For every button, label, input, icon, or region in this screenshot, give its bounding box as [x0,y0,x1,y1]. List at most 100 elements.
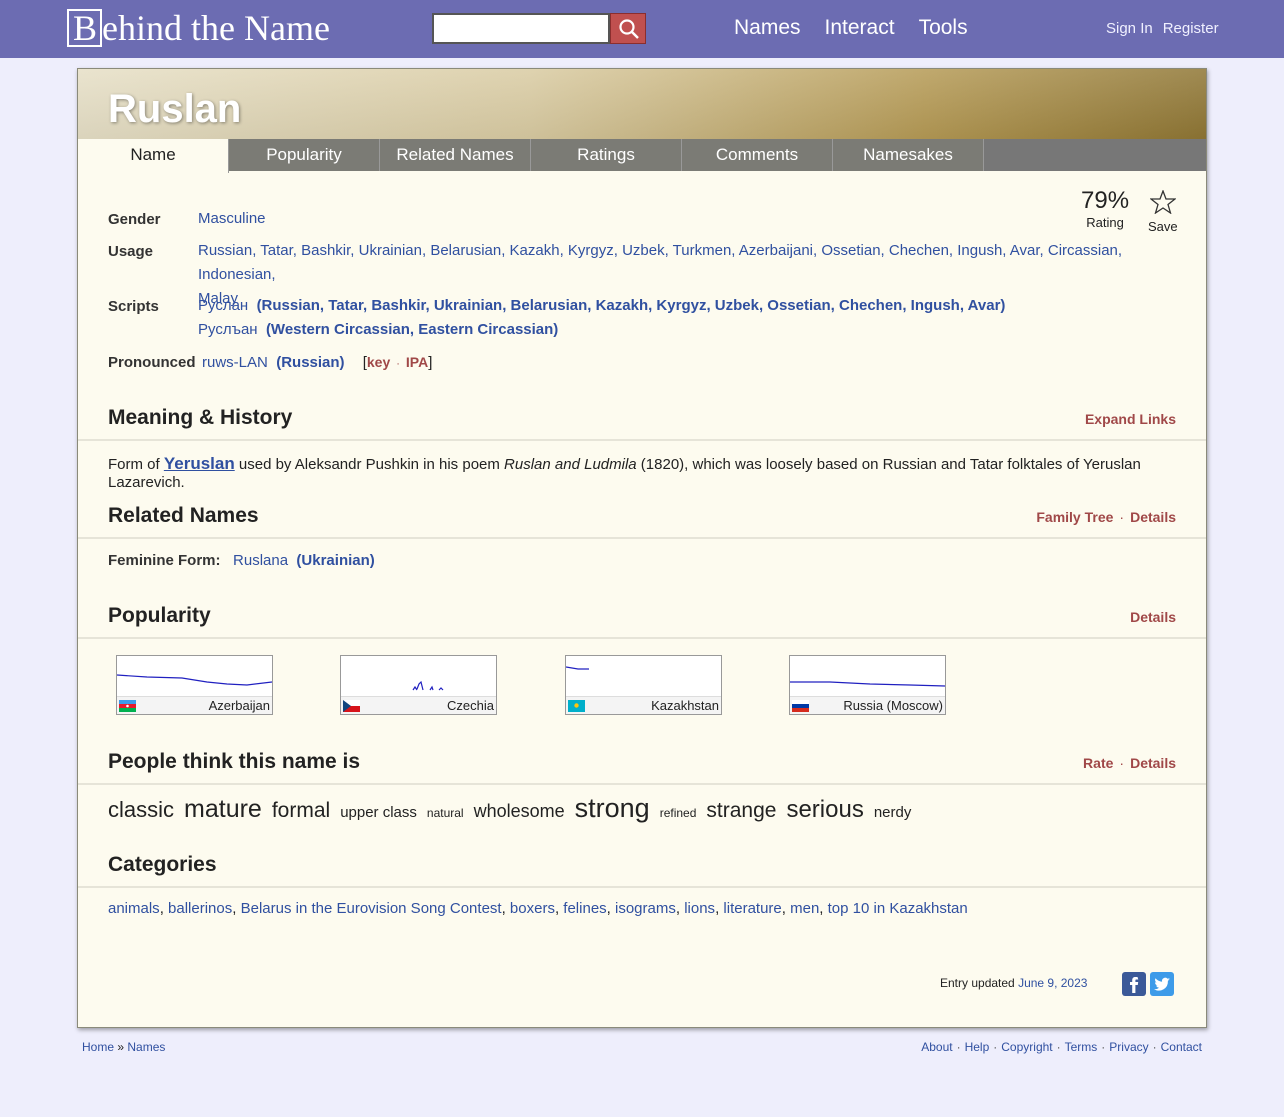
pronunciation-text: ruws-LAN [202,354,268,371]
impression-word: nerdy [873,804,912,821]
gender-label: Gender [108,211,161,228]
category-link[interactable]: men [790,900,819,917]
search-input[interactable] [432,13,610,44]
country-label: Czechia [447,698,494,713]
usage-label: Usage [108,243,154,260]
feminine-form-label: Feminine Form: [108,552,221,569]
rating-label: Rating [1086,215,1124,230]
search-form [432,13,646,44]
expand-links-button[interactable]: Expand Links [1085,411,1176,427]
script-cyrillic-2: Руслъан [198,321,258,338]
impression-word: classic [108,797,175,822]
pronunciation-language[interactable]: (Russian) [276,354,344,371]
feminine-form-row: Feminine Form: Ruslana (Ukrainian) [108,552,375,569]
popularity-chart-czechia[interactable]: Czechia [340,655,497,715]
category-link[interactable]: lions [684,900,715,917]
category-link[interactable]: top 10 in Kazakhstan [828,900,968,917]
popularity-heading: Popularity [108,604,211,627]
logo-initial: B [67,9,103,47]
name-panel: Ruslan Name Popularity Related Names Rat… [77,68,1207,1028]
impression-word: wholesome [473,801,565,821]
people-think-heading: People think this name is [108,750,361,773]
category-link[interactable]: Belarus in the Eurovision Song Contest [241,900,502,917]
popularity-chart-footer: Kazakhstan [566,696,721,714]
nav-tools[interactable]: Tools [919,16,968,40]
azerbaijan-flag-icon [119,700,136,712]
breadcrumb-names[interactable]: Names [127,1040,165,1054]
key-link[interactable]: key [367,354,390,370]
twitter-share-button[interactable] [1150,972,1174,996]
country-label: Azerbaijan [208,698,270,713]
popularity-chart-footer: Azerbaijan [117,696,272,714]
category-link[interactable]: literature [723,900,781,917]
nav-interact[interactable]: Interact [825,16,895,40]
script-languages-1[interactable]: (Russian, Tatar, Bashkir, Ukrainian, Bel… [257,297,1006,314]
key-sep: · [396,358,400,370]
popularity-divider [78,637,1206,639]
tab-ratings[interactable]: Ratings [531,139,682,171]
nav-names[interactable]: Names [734,16,801,40]
footer-copyright[interactable]: Copyright [1001,1040,1052,1054]
popularity-sparkline [790,681,945,687]
usage-line-1[interactable]: Russian, Tatar, Bashkir, Ukrainian, Bela… [198,239,1178,287]
categories-list: animals, ballerinos, Belarus in the Euro… [108,900,968,917]
footer-contact[interactable]: Contact [1161,1040,1202,1054]
script-languages-2[interactable]: (Western Circassian, Eastern Circassian) [266,321,558,338]
impression-word: refined [659,806,697,820]
sign-in-link[interactable]: Sign In [1106,20,1153,37]
category-link[interactable]: felines [563,900,606,917]
popularity-details-link[interactable]: Details [1130,609,1176,625]
entry-updated-date[interactable]: June 9, 2023 [1018,976,1087,990]
search-button[interactable] [610,13,646,44]
rate-link[interactable]: Rate [1083,755,1113,771]
yeruslan-link[interactable]: Yeruslan [164,454,235,473]
popularity-chart-russia-moscow[interactable]: Russia (Moscow) [789,655,946,715]
impression-word: mature [184,795,262,823]
script-cyrillic-1: Руслан [198,297,249,314]
footer-privacy[interactable]: Privacy [1109,1040,1148,1054]
footer-about[interactable]: About [921,1040,952,1054]
popularity-chart-azerbaijan[interactable]: Azerbaijan [116,655,273,715]
save-button[interactable]: Save [1148,189,1178,234]
site-logo[interactable]: Behind the Name [67,8,330,48]
facebook-icon [1130,977,1139,993]
category-link[interactable]: ballerinos [168,900,232,917]
tab-bar: Name Popularity Related Names Ratings Co… [78,139,1206,173]
rating-widget[interactable]: 79% Rating [1081,187,1129,230]
breadcrumb-home[interactable]: Home [82,1040,114,1054]
title-banner [78,69,1206,139]
tab-namesakes[interactable]: Namesakes [833,139,984,171]
russia-flag-icon [792,700,809,712]
gender-value[interactable]: Masculine [198,207,266,231]
people-think-details-link[interactable]: Details [1130,755,1176,771]
entry-updated-label: Entry updated [940,976,1015,990]
tab-comments[interactable]: Comments [682,139,833,171]
family-tree-link[interactable]: Family Tree [1036,509,1113,525]
footer-terms[interactable]: Terms [1065,1040,1098,1054]
popularity-chart-footer: Russia (Moscow) [790,696,945,714]
ipa-link[interactable]: IPA [406,354,428,370]
kazakhstan-flag-icon [568,700,585,712]
related-details-link[interactable]: Details [1130,509,1176,525]
tab-popularity[interactable]: Popularity [229,139,380,171]
related-divider [78,537,1206,539]
tab-related-names[interactable]: Related Names [380,139,531,171]
category-link[interactable]: animals [108,900,160,917]
breadcrumb: Home » Names [82,1040,165,1054]
entry-updated: Entry updated June 9, 2023 [940,976,1087,990]
register-link[interactable]: Register [1163,20,1219,37]
country-label: Kazakhstan [651,698,719,713]
feminine-form-language[interactable]: (Ukrainian) [296,552,374,569]
meaning-text-2: used by Aleksandr Pushkin in his poem [234,456,505,473]
category-link[interactable]: isograms [615,900,676,917]
facebook-share-button[interactable] [1122,972,1146,996]
footer-help[interactable]: Help [965,1040,990,1054]
category-link[interactable]: boxers [510,900,555,917]
country-label: Russia (Moscow) [843,698,943,713]
feminine-form-name[interactable]: Ruslana [233,552,288,569]
impression-word: natural [426,806,464,820]
popularity-chart-kazakhstan[interactable]: Kazakhstan [565,655,722,715]
popularity-chart-footer: Czechia [341,696,496,714]
tab-name[interactable]: Name [78,139,229,173]
pronounced-label: Pronounced [108,354,196,371]
